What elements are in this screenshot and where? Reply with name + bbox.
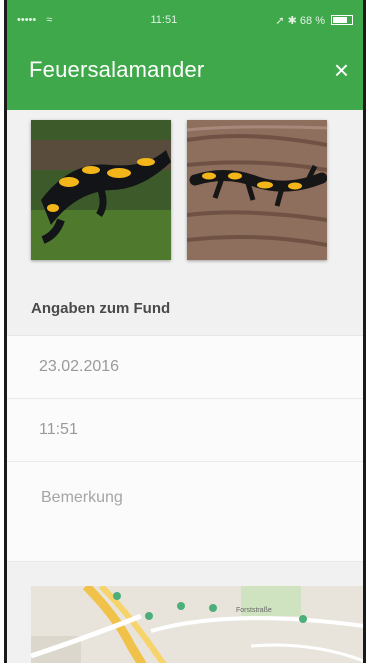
- map-image: Forststraße: [31, 586, 363, 663]
- salamander-bark-image: [187, 120, 327, 260]
- remark-input[interactable]: [39, 488, 323, 508]
- status-bar: ••••• ≈ 11:51 ➚ ✱ 68 %: [7, 0, 363, 40]
- battery-icon: [331, 15, 353, 25]
- photo-gallery: [7, 110, 363, 260]
- status-indicators: ➚ ✱ 68 %: [275, 14, 325, 27]
- page-title: Feuersalamander: [29, 57, 205, 82]
- remark-row: [7, 462, 363, 562]
- salamander-photo-1[interactable]: [31, 120, 171, 260]
- date-field[interactable]: 23.02.2016: [7, 336, 363, 399]
- map-street-label: Forststraße: [236, 607, 272, 614]
- wifi-icon: ≈: [46, 14, 53, 26]
- title-bar: Feuersalamander ×: [7, 40, 363, 100]
- status-time: 11:51: [150, 14, 178, 26]
- signal-strength-icon: •••••: [17, 14, 37, 26]
- close-button[interactable]: ×: [334, 57, 349, 83]
- salamander-moss-image: [31, 120, 171, 260]
- app-screen: ••••• ≈ 11:51 ➚ ✱ 68 % Feuersalamander ×: [4, 0, 366, 663]
- section-heading: Angaben zum Fund: [31, 300, 171, 317]
- location-map[interactable]: Forststraße: [31, 586, 363, 663]
- time-field[interactable]: 11:51: [7, 399, 363, 462]
- find-details-form: 23.02.2016 11:51: [7, 335, 363, 562]
- app-bar: ••••• ≈ 11:51 ➚ ✱ 68 % Feuersalamander ×: [7, 0, 363, 110]
- salamander-photo-2[interactable]: [187, 120, 327, 260]
